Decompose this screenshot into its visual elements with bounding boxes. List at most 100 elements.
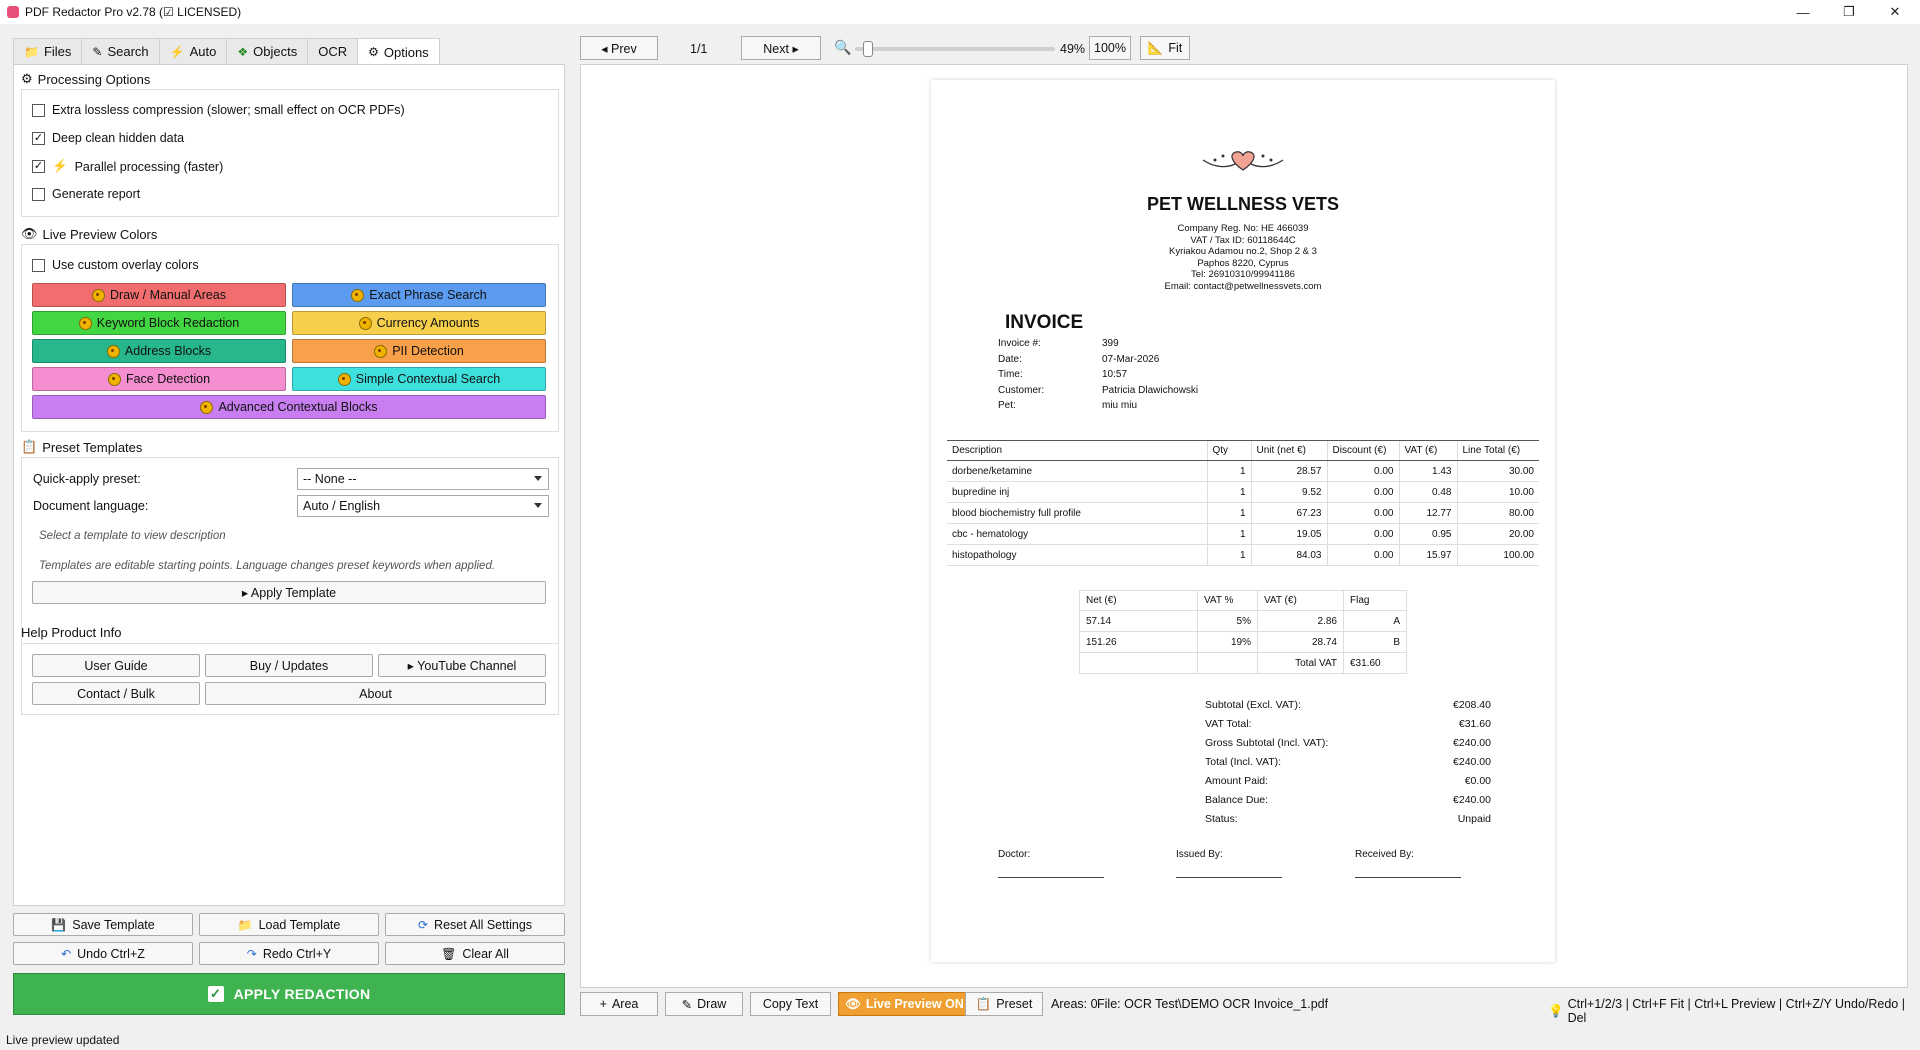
zoom-100-button[interactable]: 100% xyxy=(1089,36,1131,60)
color-contextual-blocks-button[interactable]: Advanced Contextual Blocks xyxy=(32,395,546,419)
user-guide-button[interactable]: User Guide xyxy=(32,654,200,677)
color-button-label: Draw / Manual Areas xyxy=(109,288,227,302)
table-row: bupredine inj 1 9.52 0.00 0.48 10.00 xyxy=(947,481,1539,503)
option-parallel[interactable]: ✓ ⚡ Parallel processing (faster) xyxy=(32,159,223,174)
option-label: Extra lossless compression (slower; smal… xyxy=(52,103,405,117)
cell: 100.00 xyxy=(1456,544,1539,566)
palette-icon xyxy=(78,316,92,330)
color-keyword-block-button[interactable]: Keyword Block Redaction xyxy=(32,311,286,335)
contact-bulk-button[interactable]: Contact / Bulk xyxy=(32,682,200,705)
option-report[interactable]: Generate report xyxy=(32,187,140,201)
cell: 0.00 xyxy=(1326,460,1399,482)
total-label: Status: xyxy=(1205,813,1238,825)
col-header: Qty xyxy=(1206,440,1251,461)
color-draw-manual-button[interactable]: Draw / Manual Areas xyxy=(32,283,286,307)
signature-label: Received By: xyxy=(1355,849,1414,860)
preset-label: Preset xyxy=(996,997,1033,1011)
company-name: PET WELLNESS VETS xyxy=(1146,194,1340,214)
option-custom-colors[interactable]: Use custom overlay colors xyxy=(32,258,199,272)
reset-settings-button[interactable]: ⟳ Reset All Settings xyxy=(385,913,565,936)
undo-button[interactable]: ↶ Undo Ctrl+Z xyxy=(13,942,193,965)
tab-search[interactable]: ✎ Search xyxy=(81,38,160,64)
live-preview-toggle[interactable]: 👁 Live Preview ON xyxy=(838,992,971,1016)
trash-icon: 🗑 xyxy=(441,946,457,961)
tab-auto[interactable]: ⚡ Auto xyxy=(158,38,228,64)
tab-ocr[interactable]: OCR xyxy=(307,38,359,64)
template-info-hint: Templates are editable starting points. … xyxy=(39,560,496,572)
cell: 151.26 xyxy=(1079,631,1198,653)
copy-text-button[interactable]: Copy Text xyxy=(750,992,831,1016)
palette-icon xyxy=(91,288,105,302)
color-currency-button[interactable]: Currency Amounts xyxy=(292,311,546,335)
live-preview-label: Live Preview ON xyxy=(865,997,964,1011)
col-header: VAT (€) xyxy=(1257,590,1344,611)
total-row: Total (Incl. VAT): €240.00 xyxy=(1205,756,1491,768)
tab-options-label: Options xyxy=(383,44,429,60)
palette-icon xyxy=(106,344,120,358)
load-template-button[interactable]: 📁 Load Template xyxy=(199,913,379,936)
fit-button[interactable]: 📐 Fit xyxy=(1140,36,1190,60)
color-exact-phrase-button[interactable]: Exact Phrase Search xyxy=(292,283,546,307)
color-contextual-search-button[interactable]: Simple Contextual Search xyxy=(292,367,546,391)
apply-redaction-label: APPLY REDACTION xyxy=(233,986,371,1002)
col-header: Unit (net €) xyxy=(1250,440,1327,461)
tab-options[interactable]: ⚙ Options xyxy=(357,38,440,65)
cell: 80.00 xyxy=(1456,502,1539,524)
deep-clean-checkbox[interactable]: ✓ xyxy=(32,131,45,145)
redo-button[interactable]: ↷ Redo Ctrl+Y xyxy=(199,942,379,965)
apply-template-button[interactable]: ▸ Apply Template xyxy=(32,581,546,604)
next-page-button[interactable]: Next ▸ xyxy=(741,36,821,60)
reset-settings-label: Reset All Settings xyxy=(434,917,533,932)
option-compression[interactable]: Extra lossless compression (slower; smal… xyxy=(32,103,405,117)
youtube-channel-button[interactable]: ▸ YouTube Channel xyxy=(378,654,546,677)
area-tool-button[interactable]: + Area xyxy=(580,992,658,1016)
cell: 19% xyxy=(1197,631,1258,653)
color-pii-button[interactable]: PII Detection xyxy=(292,339,546,363)
tab-objects[interactable]: ❖ Objects xyxy=(226,38,309,64)
table-row: 57.14 5% 2.86 A xyxy=(1079,610,1407,632)
cell: bupredine inj xyxy=(947,481,1207,503)
company-phone: Tel: 26910310/99941186 xyxy=(1191,269,1295,280)
pdf-page[interactable]: PET WELLNESS VETS Company Reg. No: HE 46… xyxy=(931,80,1555,962)
folder-icon: 📁 xyxy=(237,917,253,932)
close-button[interactable]: ✕ xyxy=(1872,0,1918,24)
cell: 0.00 xyxy=(1326,544,1399,566)
color-address-button[interactable]: Address Blocks xyxy=(32,339,286,363)
about-button[interactable]: About xyxy=(205,682,546,705)
option-label: Deep clean hidden data xyxy=(52,131,185,145)
custom-colors-checkbox[interactable] xyxy=(32,258,45,272)
preset-button[interactable]: 📋 Preset xyxy=(965,992,1043,1016)
templates-section-header: 📋 Preset Templates xyxy=(21,439,142,455)
maximize-button[interactable]: ❐ xyxy=(1826,0,1872,24)
col-header: Line Total (€) xyxy=(1456,440,1539,461)
draw-label: Draw xyxy=(697,997,727,1011)
language-select[interactable]: Auto / English xyxy=(297,495,549,517)
draw-tool-button[interactable]: ✎ Draw xyxy=(665,992,743,1016)
clear-all-button[interactable]: 🗑 Clear All xyxy=(385,942,565,965)
zoom-slider[interactable] xyxy=(855,47,1055,51)
title-bar: PDF Redactor Pro v2.78 (☑ LICENSED) — ❐ … xyxy=(0,0,1920,24)
color-face-button[interactable]: Face Detection xyxy=(32,367,286,391)
report-checkbox[interactable] xyxy=(32,187,45,201)
compression-checkbox[interactable] xyxy=(32,103,45,117)
prev-page-button[interactable]: ◂ Prev xyxy=(580,36,658,60)
color-button-label: Currency Amounts xyxy=(376,316,480,330)
save-template-button[interactable]: 💾 Save Template xyxy=(13,913,193,936)
option-deep-clean[interactable]: ✓ Deep clean hidden data xyxy=(32,131,184,145)
cell: 67.23 xyxy=(1250,502,1327,524)
parallel-checkbox[interactable]: ✓ xyxy=(32,160,45,173)
meta-value: Patricia Dlawichowski xyxy=(1102,385,1199,396)
cell: 0.48 xyxy=(1398,481,1457,503)
cell: 20.00 xyxy=(1456,523,1539,545)
cell: 15.97 xyxy=(1398,544,1457,566)
cell: 1 xyxy=(1206,523,1251,545)
signature-label: Issued By: xyxy=(1176,849,1223,860)
buy-updates-button[interactable]: Buy / Updates xyxy=(205,654,373,677)
meta-value: 10:57 xyxy=(1102,369,1128,380)
minimize-button[interactable]: — xyxy=(1780,0,1826,24)
zoom-slider-handle[interactable] xyxy=(862,41,873,57)
apply-redaction-button[interactable]: ✓ APPLY REDACTION xyxy=(13,973,565,1015)
tab-files[interactable]: 📁 Files xyxy=(13,38,83,64)
processing-section-header: ⚙ Processing Options xyxy=(21,71,150,87)
quick-preset-select[interactable]: -- None -- xyxy=(297,468,549,490)
